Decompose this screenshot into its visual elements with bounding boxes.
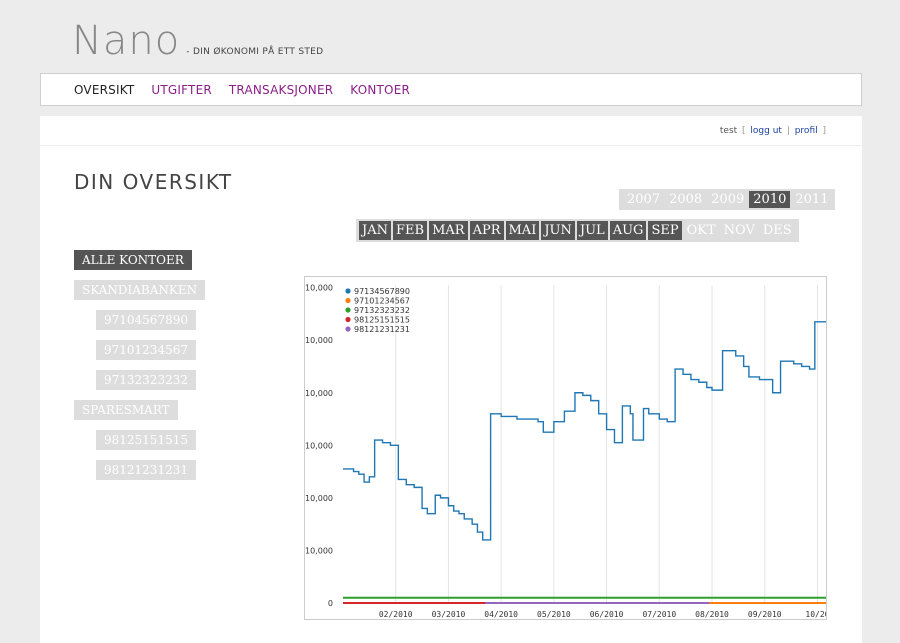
x-tick-label: 06/2010: [590, 610, 624, 619]
main-content: test [ logg ut | profil ] DIN OVERSIKT 2…: [40, 116, 862, 643]
month-mar[interactable]: MAR: [429, 221, 468, 240]
x-tick-label: 09/2010: [748, 610, 782, 619]
account-97101234567[interactable]: 97101234567: [96, 340, 196, 360]
legend-entry: 97134567890: [354, 287, 410, 296]
profile-link[interactable]: profil: [795, 126, 818, 136]
brand-logo[interactable]: Nano: [72, 18, 180, 64]
bracket-open: [: [739, 125, 749, 136]
account-sparesmart[interactable]: SPARESMART: [74, 400, 178, 420]
year-selector: 2007 2008 2009 2010 2011: [619, 189, 836, 210]
month-nov: NOV: [723, 223, 755, 238]
month-feb[interactable]: FEB: [392, 221, 428, 240]
series-line: [343, 321, 826, 541]
account-98121231231[interactable]: 98121231231: [96, 460, 196, 480]
month-okt: OKT: [686, 223, 716, 238]
x-tick-label: 08/2010: [695, 610, 729, 619]
y-tick-label: 10,000: [305, 389, 333, 398]
year-2008[interactable]: 2008: [665, 191, 706, 208]
year-2011[interactable]: 2011: [791, 191, 832, 208]
year-2010[interactable]: 2010: [749, 191, 791, 208]
legend-marker: [345, 307, 351, 313]
month-aug[interactable]: AUG: [609, 221, 647, 240]
balance-chart: 02/2010 03/2010 04/2010 05/2010 06/2010 07/20…: [304, 276, 827, 620]
y-tick-label: 10,000: [305, 494, 333, 503]
brand: Nano - DIN ØKONOMI PÅ ETT STED: [72, 18, 323, 64]
nav-item-transaksjoner[interactable]: TRANSAKSJONER: [229, 83, 333, 97]
y-tick-label: 10,000: [305, 284, 333, 293]
month-jun[interactable]: JUN: [541, 221, 575, 240]
x-tick-label: 04/2010: [484, 610, 518, 619]
month-sep[interactable]: SEP: [648, 221, 682, 240]
account-skandiabanken[interactable]: SKANDIABANKEN: [74, 280, 206, 300]
month-mai[interactable]: MAI: [505, 221, 540, 240]
logout-link[interactable]: logg ut: [750, 126, 782, 136]
x-tick-label: 07/2010: [642, 610, 676, 619]
month-apr[interactable]: APR: [469, 221, 504, 240]
legend-entry: 97132323232: [354, 306, 410, 315]
main-nav: OVERSIKT UTGIFTER TRANSAKSJONER KONTOER: [40, 73, 862, 106]
month-des: DES: [762, 223, 792, 238]
month-jul[interactable]: JUL: [576, 221, 608, 240]
account-97104567890[interactable]: 97104567890: [96, 310, 196, 330]
legend-entry: 97101234567: [354, 297, 410, 306]
legend-marker: [345, 326, 351, 332]
legend-marker: [345, 316, 351, 323]
month-selector: JAN FEB MAR APR MAI JUN JUL AUG SEP OKT …: [356, 219, 799, 242]
legend-marker: [345, 288, 351, 294]
bracket-close: ]: [819, 125, 826, 136]
y-tick-label: 10,000: [305, 441, 333, 450]
year-2007[interactable]: 2007: [623, 191, 664, 208]
nav-item-utgifter[interactable]: UTGIFTER: [151, 83, 212, 97]
nav-item-kontoer[interactable]: KONTOER: [350, 83, 410, 97]
x-tick-label: 05/2010: [537, 610, 571, 619]
y-tick-label: 0: [328, 599, 333, 608]
user-name: test: [719, 125, 738, 136]
y-tick-label: 10,000: [305, 336, 333, 345]
x-tick-label: 10/20: [805, 610, 827, 619]
year-2009[interactable]: 2009: [707, 191, 748, 208]
account-all[interactable]: ALLE KONTOER: [74, 250, 192, 270]
account-97132323232[interactable]: 97132323232: [96, 370, 196, 390]
legend-entry: 98121231231: [354, 325, 410, 334]
legend-entry: 98125151515: [354, 316, 410, 325]
brand-tagline: - DIN ØKONOMI PÅ ETT STED: [186, 47, 324, 57]
y-tick-label: 10,000: [305, 546, 333, 555]
x-tick-label: 02/2010: [379, 610, 413, 619]
page-title: DIN OVERSIKT: [74, 170, 233, 194]
x-tick-label: 03/2010: [432, 610, 466, 619]
balance-chart-svg: 02/2010 03/2010 04/2010 05/2010 06/2010 07/20…: [305, 284, 827, 619]
separator: |: [783, 125, 793, 136]
account-98125151515[interactable]: 98125151515: [96, 430, 196, 450]
month-jan[interactable]: JAN: [359, 221, 391, 240]
user-bar: test [ logg ut | profil ]: [40, 116, 862, 146]
nav-item-oversikt[interactable]: OVERSIKT: [74, 83, 134, 97]
legend-marker: [345, 297, 351, 304]
